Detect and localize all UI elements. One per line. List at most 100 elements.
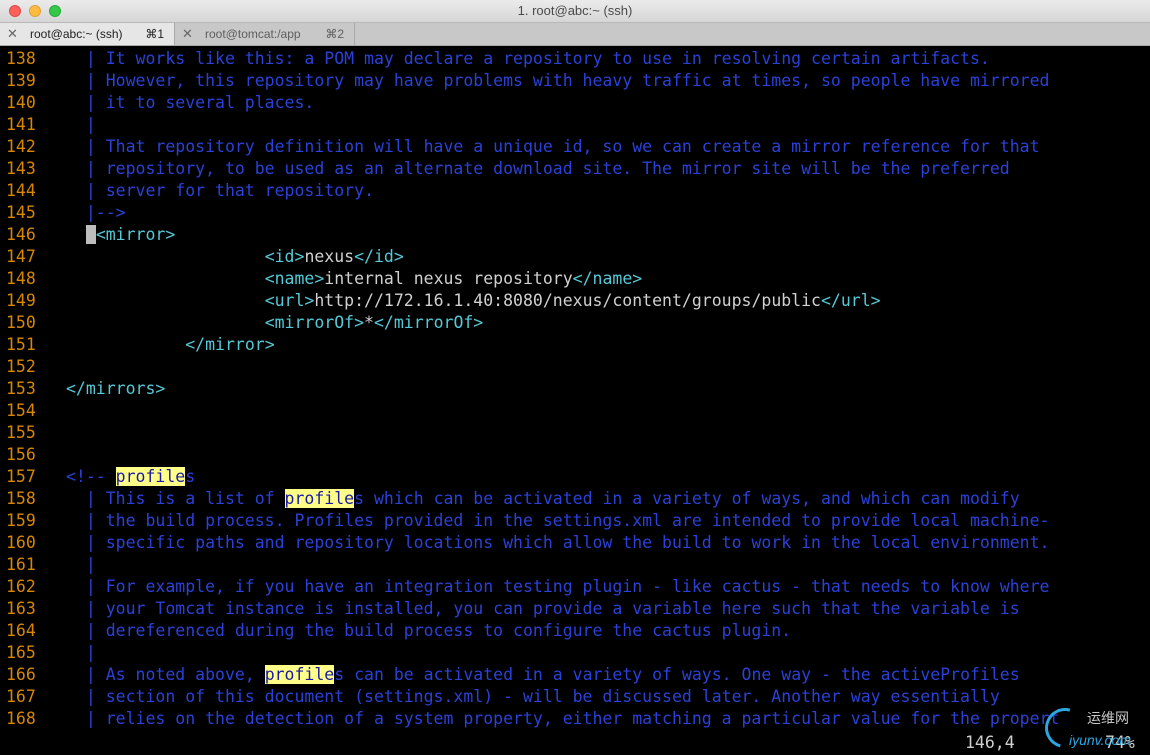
editor-line[interactable]: 149 <url>http://172.16.1.40:8080/nexus/c… xyxy=(0,290,1150,312)
text-segment: | xyxy=(66,115,96,134)
line-number: 161 xyxy=(6,555,36,574)
text-segment xyxy=(66,313,265,332)
editor-line[interactable]: 140 | it to several places. xyxy=(0,92,1150,114)
editor-line[interactable]: 143 | repository, to be used as an alter… xyxy=(0,158,1150,180)
editor-line[interactable]: 145 |--> xyxy=(0,202,1150,224)
text-segment: | relies on the detection of a system pr… xyxy=(66,709,1060,728)
editor-line[interactable]: 150 <mirrorOf>*</mirrorOf> xyxy=(0,312,1150,334)
editor-line[interactable]: 159 | the build process. Profiles provid… xyxy=(0,510,1150,532)
text-segment: </name> xyxy=(572,269,643,288)
editor-line[interactable]: 157 <!-- profiles xyxy=(0,466,1150,488)
watermark-cn: 运维网 xyxy=(1087,711,1129,727)
line-number: 164 xyxy=(6,621,36,640)
line-number: 152 xyxy=(6,357,36,376)
line-text: | server for that repository. xyxy=(66,180,374,202)
line-text: | It works like this: a POM may declare … xyxy=(66,48,990,70)
text-segment: | dereferenced during the build process … xyxy=(66,621,792,640)
editor-line[interactable]: 156 xyxy=(0,444,1150,466)
search-highlight: profile xyxy=(264,665,335,684)
line-number: 157 xyxy=(6,467,36,486)
text-segment: <id> xyxy=(264,247,305,266)
terminal-view[interactable]: 138 | It works like this: a POM may decl… xyxy=(0,46,1150,754)
line-text: | xyxy=(66,554,96,576)
editor-line[interactable]: 165 | xyxy=(0,642,1150,664)
editor-line[interactable]: 144 | server for that repository. xyxy=(0,180,1150,202)
editor-line[interactable]: 154 xyxy=(0,400,1150,422)
editor-line[interactable]: 155 xyxy=(0,422,1150,444)
editor-line[interactable]: 138 | It works like this: a POM may decl… xyxy=(0,48,1150,70)
line-number: 154 xyxy=(6,401,36,420)
line-number: 146 xyxy=(6,225,36,244)
line-number: 168 xyxy=(6,709,36,728)
text-segment: | xyxy=(66,555,96,574)
line-text: <mirrorOf>*</mirrorOf> xyxy=(66,312,484,334)
text-segment: | This is a list of xyxy=(66,489,285,508)
line-text: <mirror> xyxy=(66,224,175,246)
line-number: 141 xyxy=(6,115,36,134)
editor-line[interactable]: 163 | your Tomcat instance is installed,… xyxy=(0,598,1150,620)
line-number: 156 xyxy=(6,445,36,464)
window-title: 1. root@abc:~ (ssh) xyxy=(517,3,633,18)
window-titlebar: 1. root@abc:~ (ssh) xyxy=(0,0,1150,23)
line-text: <!-- profiles xyxy=(66,466,195,488)
text-segment: <url> xyxy=(264,291,315,310)
line-number: 148 xyxy=(6,269,36,288)
editor-line[interactable]: 153 </mirrors> xyxy=(0,378,1150,400)
tab-root-abc[interactable]: ✕ root@abc:~ (ssh) ⌘1 xyxy=(0,23,175,45)
text-segment: | xyxy=(66,643,96,662)
line-text: | However, this repository may have prob… xyxy=(66,70,1050,92)
tab-bar: ✕ root@abc:~ (ssh) ⌘1 ✕ root@tomcat:/app… xyxy=(0,23,1150,46)
tab-root-tomcat[interactable]: ✕ root@tomcat:/applic... ⌘2 xyxy=(175,23,355,45)
text-segment: </mirrors> xyxy=(66,379,166,398)
text-segment: <name> xyxy=(264,269,325,288)
line-text: | For example, if you have an integratio… xyxy=(66,576,1050,598)
editor-line[interactable]: 158 | This is a list of profiles which c… xyxy=(0,488,1150,510)
text-segment: </url> xyxy=(821,291,881,310)
text-segment xyxy=(66,247,265,266)
editor-line[interactable]: 168 | relies on the detection of a syste… xyxy=(0,708,1150,730)
line-number: 149 xyxy=(6,291,36,310)
text-segment: | For example, if you have an integratio… xyxy=(66,577,1050,596)
text-segment xyxy=(66,225,86,244)
text-segment: | However, this repository may have prob… xyxy=(66,71,1050,90)
editor-line[interactable]: 147 <id>nexus</id> xyxy=(0,246,1150,268)
line-number: 163 xyxy=(6,599,36,618)
text-segment: | server for that repository. xyxy=(66,181,374,200)
line-number: 158 xyxy=(6,489,36,508)
editor-line[interactable]: 148 <name>internal nexus repository</nam… xyxy=(0,268,1150,290)
text-segment: </id> xyxy=(354,247,404,266)
watermark-en: iyunv.com xyxy=(1069,732,1131,748)
close-tab-icon[interactable]: ✕ xyxy=(182,26,193,42)
editor-line[interactable]: 162 | For example, if you have an integr… xyxy=(0,576,1150,598)
tab-shortcut: ⌘2 xyxy=(325,27,344,41)
line-text: | it to several places. xyxy=(66,92,315,114)
line-text: | your Tomcat instance is installed, you… xyxy=(66,598,1020,620)
line-number: 167 xyxy=(6,687,36,706)
editor-line[interactable]: 139 | However, this repository may have … xyxy=(0,70,1150,92)
editor-line[interactable]: 152 xyxy=(0,356,1150,378)
line-text: | This is a list of profiles which can b… xyxy=(66,488,1020,510)
text-cursor xyxy=(85,225,96,244)
text-segment: | section of this document (settings.xml… xyxy=(66,687,1000,706)
close-tab-icon[interactable]: ✕ xyxy=(7,26,18,42)
editor-line[interactable]: 164 | dereferenced during the build proc… xyxy=(0,620,1150,642)
line-text: | dereferenced during the build process … xyxy=(66,620,791,642)
line-number: 139 xyxy=(6,71,36,90)
line-number: 153 xyxy=(6,379,36,398)
line-text: <id>nexus</id> xyxy=(66,246,404,268)
editor-line[interactable]: 151 </mirror> xyxy=(0,334,1150,356)
text-segment: |--> xyxy=(66,203,126,222)
editor-line[interactable]: 161 | xyxy=(0,554,1150,576)
text-segment: <!-- xyxy=(66,467,116,486)
editor-line[interactable]: 142 | That repository definition will ha… xyxy=(0,136,1150,158)
editor-line[interactable]: 167 | section of this document (settings… xyxy=(0,686,1150,708)
line-number: 145 xyxy=(6,203,36,222)
editor-line[interactable]: 141 | xyxy=(0,114,1150,136)
text-segment: | That repository definition will have a… xyxy=(66,137,1040,156)
text-segment: | specific paths and repository location… xyxy=(66,533,1050,552)
line-text: | xyxy=(66,642,96,664)
editor-line[interactable]: 146 <mirror> xyxy=(0,224,1150,246)
editor-line[interactable]: 166 | As noted above, profiles can be ac… xyxy=(0,664,1150,686)
line-text: | specific paths and repository location… xyxy=(66,532,1050,554)
editor-line[interactable]: 160 | specific paths and repository loca… xyxy=(0,532,1150,554)
